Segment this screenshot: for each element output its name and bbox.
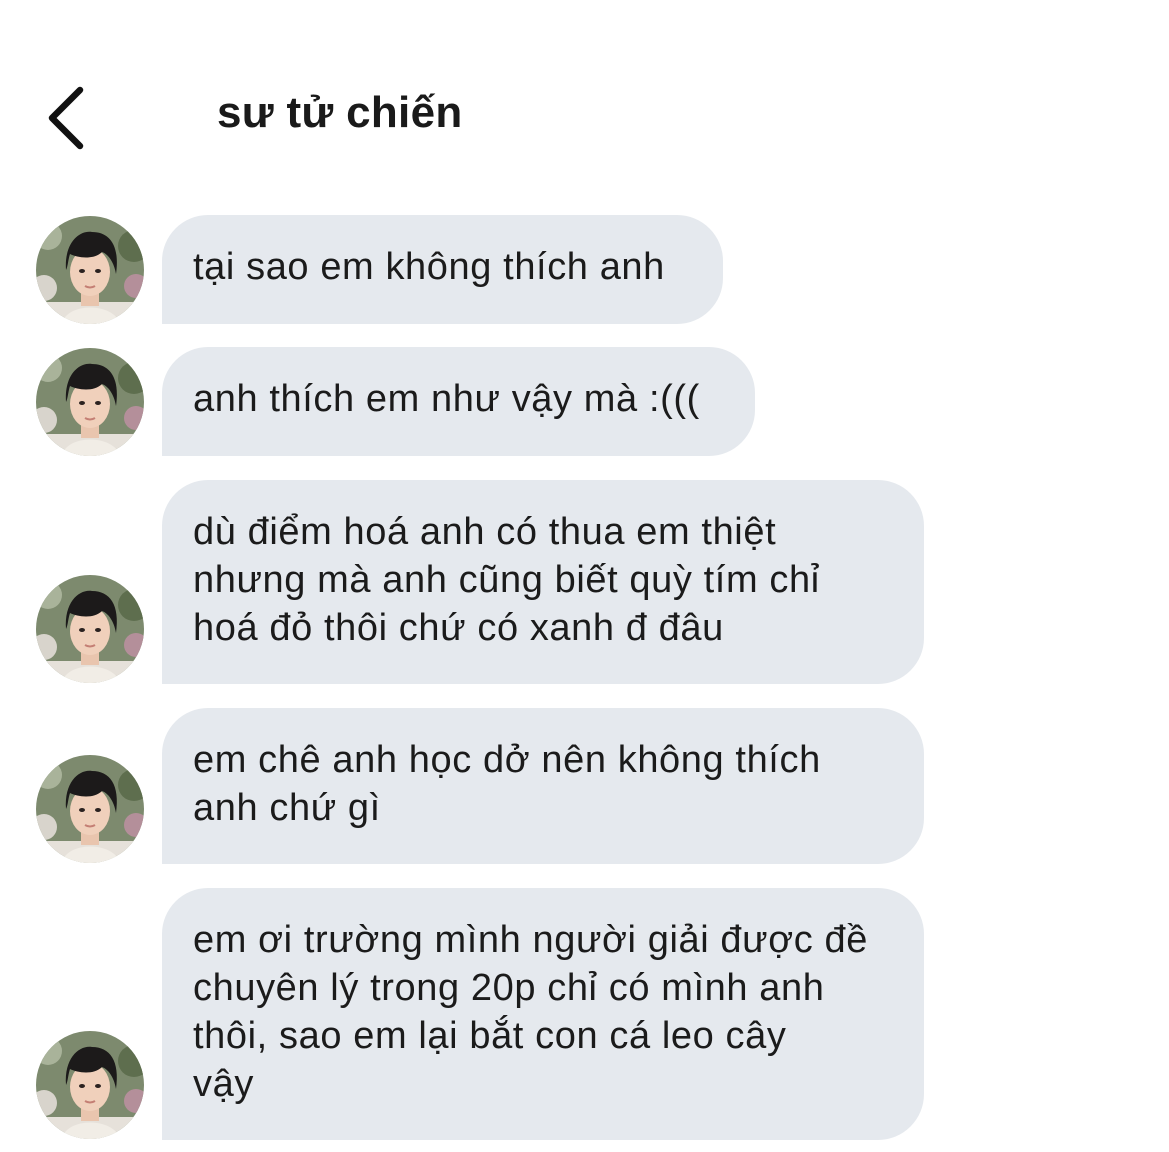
message-text: anh chứ gì <box>193 787 381 829</box>
message-text: chuyên lý trong 20p chỉ có mình anh <box>193 967 825 1009</box>
page-title: sư tử chiến <box>217 88 463 137</box>
chevron-left-icon <box>48 86 84 150</box>
avatar[interactable] <box>36 348 144 456</box>
chat-header: sư tử chiến <box>0 0 1169 190</box>
avatar[interactable] <box>36 216 144 324</box>
message-text: em ơi trường mình người giải được đề <box>193 919 868 961</box>
avatar[interactable] <box>36 1031 144 1139</box>
message-text: dù điểm hoá anh có thua em thiệt <box>193 511 777 553</box>
message-bubble[interactable]: dù điểm hoá anh có thua em thiệt nhưng m… <box>162 480 924 684</box>
message-text: em chê anh học dở nên không thích <box>193 739 821 781</box>
avatar[interactable] <box>36 755 144 863</box>
message-bubble[interactable]: em chê anh học dở nên không thích anh ch… <box>162 708 924 864</box>
message-text: anh thích em như vậy mà :((( <box>193 378 700 420</box>
back-button[interactable] <box>34 80 104 156</box>
avatar[interactable] <box>36 575 144 683</box>
message-text: thôi, sao em lại bắt con cá leo cây <box>193 1015 787 1057</box>
message-bubble[interactable]: em ơi trường mình người giải được đề chu… <box>162 888 924 1140</box>
message-text: hoá đỏ thôi chứ có xanh đ đâu <box>193 607 724 649</box>
message-bubble[interactable]: tại sao em không thích anh <box>162 215 723 324</box>
message-text: nhưng mà anh cũng biết quỳ tím chỉ <box>193 559 820 601</box>
message-text: tại sao em không thích anh <box>193 246 665 288</box>
message-text: vậy <box>193 1063 254 1105</box>
message-bubble[interactable]: anh thích em như vậy mà :((( <box>162 347 755 456</box>
